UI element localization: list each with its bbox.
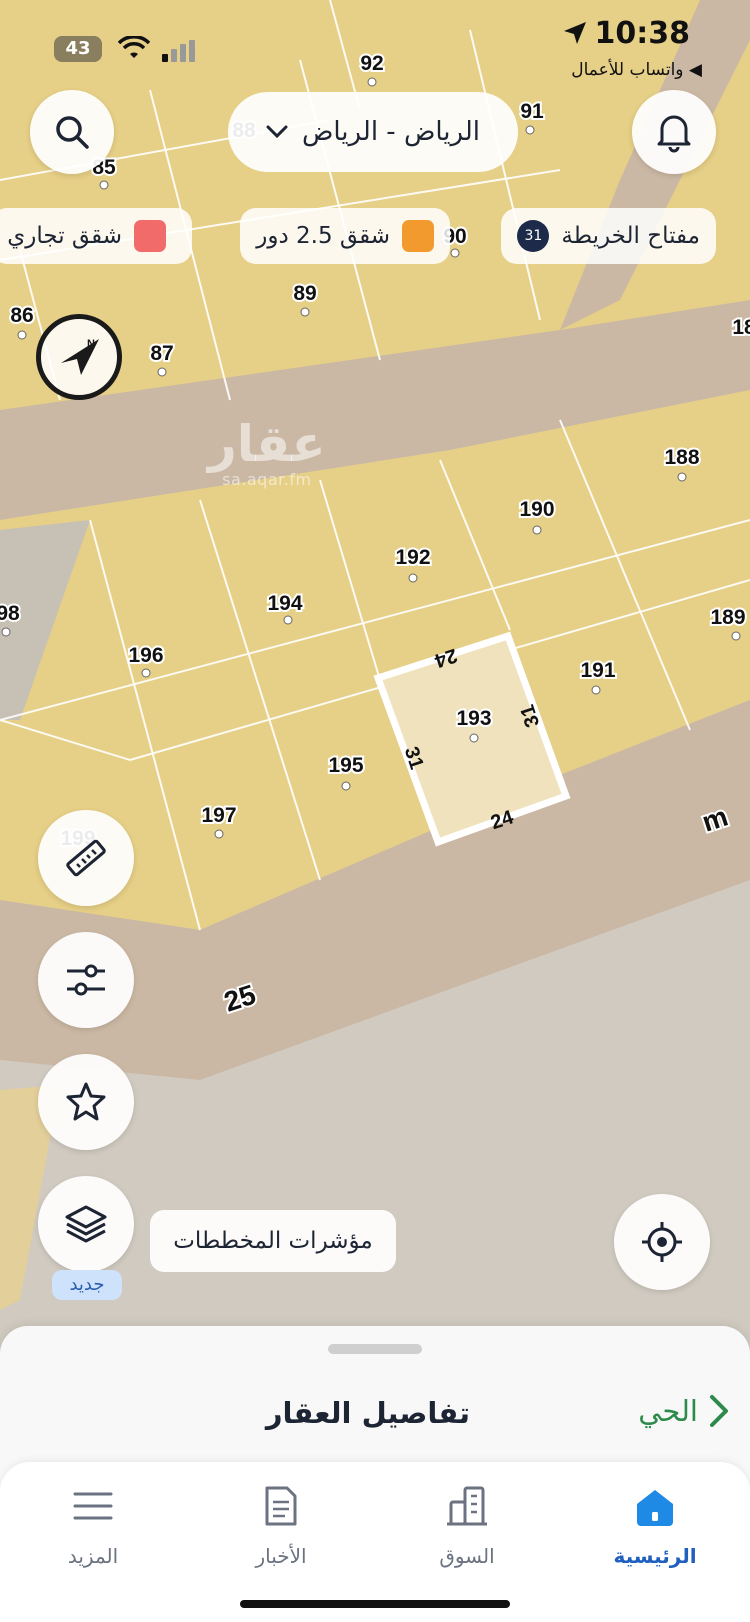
plot-label: 89 — [293, 282, 316, 305]
plot-label: 190 — [519, 498, 554, 521]
plot-label: 18 — [732, 316, 750, 339]
buildings-icon — [447, 1486, 487, 1526]
plot-label: 86 — [10, 304, 33, 327]
status-time: 10:38 — [594, 16, 691, 51]
search-button[interactable] — [30, 90, 114, 174]
compass-button[interactable]: N — [36, 314, 122, 400]
plot-label: 197 — [201, 804, 236, 827]
aqar-watermark: عقار sa.aqar.fm — [208, 418, 326, 489]
tab-label: الأخبار — [255, 1544, 307, 1568]
location-arrow-icon — [564, 22, 586, 44]
legend-item-apartments[interactable]: شقق 2.5 دور — [240, 208, 450, 264]
new-badge: جديد — [52, 1270, 122, 1300]
layers-button[interactable] — [38, 1176, 134, 1272]
watermark-name: عقار — [208, 415, 326, 473]
chevron-down-icon — [266, 125, 288, 139]
ruler-icon — [66, 839, 106, 877]
filter-button[interactable] — [38, 932, 134, 1028]
plot-label: 192 — [395, 546, 430, 569]
legend-item-commercial[interactable]: شقق تجاري — [0, 208, 192, 264]
map-key-label: مفتاح الخريطة — [561, 223, 700, 249]
battery-indicator: 43 — [54, 36, 102, 62]
plan-indicators-button[interactable]: مؤشرات المخططات — [150, 1210, 396, 1272]
locate-me-button[interactable] — [614, 1194, 710, 1290]
plot-label: 196 — [128, 644, 163, 667]
menu-icon — [73, 1492, 113, 1520]
back-to-app-link[interactable]: ◀ واتساب للأعمال — [571, 60, 702, 80]
plot-label: 98 — [0, 602, 20, 625]
sheet-title: تفاصيل العقار — [265, 1396, 470, 1430]
watermark-url: sa.aqar.fm — [222, 470, 312, 489]
plot-label: 195 — [328, 754, 363, 777]
home-indicator — [240, 1600, 510, 1608]
legend-item-label: شقق تجاري — [7, 223, 122, 249]
plot-label: 188 — [664, 446, 699, 469]
status-bar: 43 10:38 ◀ واتساب للأعمال — [0, 0, 750, 90]
crosshair-icon — [642, 1222, 682, 1262]
legend-swatch — [134, 220, 166, 252]
layers-icon — [65, 1205, 107, 1243]
compass-icon: N — [61, 338, 99, 375]
bell-icon — [657, 115, 691, 153]
news-icon — [265, 1486, 297, 1526]
plot-label: 189 — [710, 606, 745, 629]
map-key-count: 31 — [517, 220, 550, 252]
star-icon — [66, 1082, 106, 1121]
tab-more[interactable]: المزيد — [18, 1482, 168, 1582]
cellular-signal-icon — [162, 40, 195, 62]
favorites-button[interactable] — [38, 1054, 134, 1150]
tab-market[interactable]: السوق — [392, 1482, 542, 1582]
wifi-icon — [118, 36, 150, 58]
legend-swatch — [402, 220, 434, 252]
home-icon — [637, 1490, 673, 1526]
city-label: الرياض - الرياض — [301, 117, 481, 147]
svg-text:N: N — [87, 338, 95, 350]
notifications-button[interactable] — [632, 90, 716, 174]
sheet-drag-handle[interactable] — [328, 1344, 422, 1354]
plot-label: 91 — [520, 100, 544, 123]
tab-home[interactable]: الرئيسية — [580, 1482, 730, 1582]
plot-label: 194 — [267, 592, 302, 615]
chevron-right-icon — [710, 1395, 728, 1427]
bottom-tab-bar: الرئيسية السوق الأخبار المزيد — [0, 1462, 750, 1622]
sliders-icon — [67, 964, 105, 996]
district-link-label: الحي — [638, 1394, 698, 1428]
plot-label: 193 — [456, 707, 491, 730]
tab-label: الرئيسية — [613, 1544, 697, 1568]
search-icon — [56, 116, 89, 149]
district-link[interactable]: الحي — [638, 1394, 730, 1428]
map-key-chip[interactable]: مفتاح الخريطة 31 — [501, 208, 716, 264]
legend-item-label: شقق 2.5 دور — [256, 223, 390, 249]
tab-news[interactable]: الأخبار — [206, 1482, 356, 1582]
plot-label: 87 — [150, 342, 173, 365]
tab-label: المزيد — [67, 1544, 119, 1568]
plot-label: 191 — [580, 659, 615, 682]
city-selector[interactable]: الرياض - الرياض — [228, 92, 518, 172]
tab-label: السوق — [439, 1544, 495, 1568]
measure-button[interactable] — [38, 810, 134, 906]
